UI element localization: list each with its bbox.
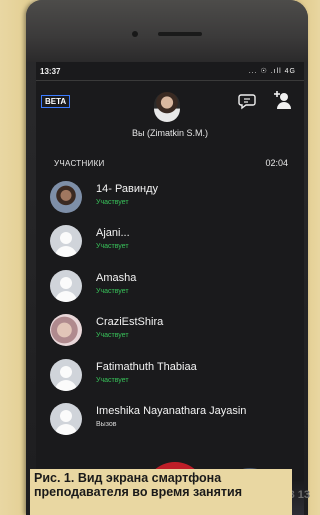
participant-row[interactable]: 14- Равинду Участвует — [50, 181, 300, 217]
self-name: Вы (Zimatkin S.M.) — [132, 128, 208, 138]
participant-name: 14- Равинду — [96, 183, 159, 195]
chat-icon[interactable] — [238, 92, 256, 110]
avatar — [50, 270, 82, 302]
participant-name: Ajani... — [96, 227, 130, 239]
avatar — [50, 225, 82, 257]
avatar — [50, 314, 82, 346]
avatar — [50, 403, 82, 435]
beta-badge: BETA — [41, 95, 71, 108]
caption-line-1: Рис. 1. Вид экрана смартфона — [34, 471, 222, 485]
participant-status: Участвует — [96, 288, 129, 295]
add-user-icon[interactable] — [272, 90, 292, 110]
status-divider — [36, 80, 304, 81]
phone-bezel-top — [26, 0, 308, 62]
participant-name: Imeshika Nayanathara Jayasin — [96, 405, 247, 417]
participant-row[interactable]: Imeshika Nayanathara Jayasin Вызов — [50, 403, 300, 439]
caption-line-2: преподавателя во время занятия — [34, 485, 242, 499]
front-camera — [132, 31, 138, 37]
participant-row[interactable]: Fatimathuth Thabiaa Участвует — [50, 359, 300, 395]
status-time: 13:37 — [40, 67, 61, 76]
participant-status: Участвует — [96, 199, 129, 206]
figure-caption: Рис. 1. Вид экрана смартфона преподавате… — [30, 469, 292, 515]
participant-status: Участвует — [96, 243, 129, 250]
participant-name: CraziEstShira — [96, 316, 164, 328]
avatar — [50, 359, 82, 391]
participant-row[interactable]: Amasha Участвует — [50, 270, 300, 306]
status-bar: 13:37 ... ☉ .ıll 4G — [36, 64, 304, 80]
participants-title: УЧАСТНИКИ — [54, 159, 105, 168]
participant-status: Вызов — [96, 421, 117, 428]
call-timer: 02:04 — [265, 158, 288, 168]
earpiece-speaker — [158, 32, 202, 36]
avatar — [50, 181, 82, 213]
participant-status: Участвует — [96, 332, 129, 339]
participant-name: Fatimathuth Thabiaa — [96, 361, 197, 373]
self-avatar[interactable] — [154, 92, 180, 122]
participant-row[interactable]: Ajani... Участвует — [50, 225, 300, 261]
participant-name: Amasha — [96, 272, 137, 284]
participant-status: Участвует — [96, 377, 129, 384]
phone-screen: 13:37 ... ☉ .ıll 4G BETA Вы (Zimatkin S.… — [36, 62, 304, 515]
participant-row[interactable]: CraziEstShira Участвует — [50, 314, 300, 350]
status-icons: ... ☉ .ıll 4G — [248, 68, 296, 75]
